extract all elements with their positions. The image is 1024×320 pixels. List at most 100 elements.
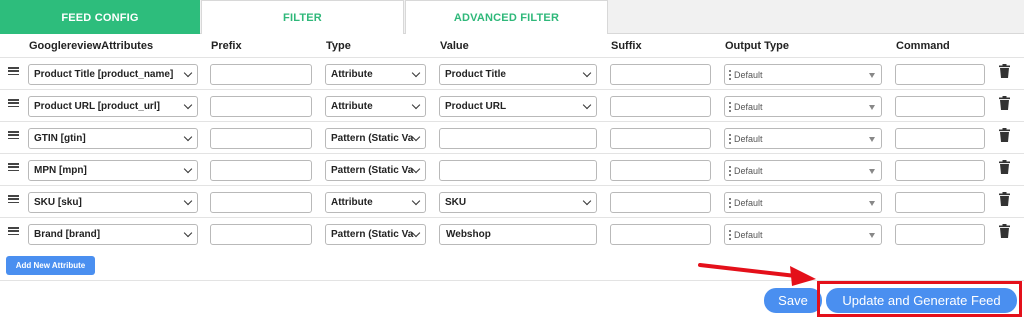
suffix-input[interactable]: [610, 160, 711, 181]
output-type-select[interactable]: Default: [724, 64, 882, 85]
update-and-generate-feed-button[interactable]: Update and Generate Feed: [826, 288, 1017, 313]
drag-handle-icon[interactable]: [8, 195, 19, 203]
attribute-select-value: Brand [brand]: [34, 229, 101, 240]
trash-icon[interactable]: [999, 128, 1010, 142]
value-select[interactable]: Product Title: [439, 64, 597, 85]
output-type-select[interactable]: Default: [724, 192, 882, 213]
red-arrow-annotation: [698, 263, 816, 286]
trash-icon[interactable]: [999, 64, 1010, 78]
drag-handle-icon[interactable]: [8, 99, 19, 107]
value-select-value: Product URL: [445, 101, 507, 112]
triangle-down-icon: [869, 73, 875, 78]
triangle-down-icon: [869, 137, 875, 142]
drag-handle-icon[interactable]: [8, 131, 19, 139]
output-type-value: Default: [734, 69, 763, 80]
trash-icon[interactable]: [999, 96, 1010, 110]
chevron-down-icon: [183, 228, 193, 238]
tab-bar: FEED CONFIG FILTER ADVANCED FILTER: [0, 0, 1024, 34]
drag-handle-icon[interactable]: [8, 163, 19, 171]
output-type-select[interactable]: Default: [724, 96, 882, 117]
attribute-select[interactable]: Brand [brand]: [28, 224, 198, 245]
attribute-select-value: SKU [sku]: [34, 197, 82, 208]
value-input[interactable]: [439, 160, 597, 181]
triangle-down-icon: [869, 105, 875, 110]
attribute-select-value: Product URL [product_url]: [34, 101, 160, 112]
type-select[interactable]: Attribute: [325, 192, 426, 213]
chevron-down-icon: [183, 132, 193, 142]
attribute-select[interactable]: Product Title [product_name]: [28, 64, 198, 85]
drag-handle-icon[interactable]: [8, 227, 19, 235]
chevron-down-icon: [582, 100, 592, 110]
prefix-input[interactable]: [210, 192, 312, 213]
type-select-value: Pattern (Static Va: [331, 133, 414, 144]
header-command: Command: [896, 40, 950, 52]
attribute-select-value: MPN [mpn]: [34, 165, 87, 176]
tab-filter[interactable]: FILTER: [201, 0, 404, 34]
suffix-input[interactable]: [610, 192, 711, 213]
drag-dots-icon: [729, 102, 731, 112]
type-select-value: Pattern (Static Va: [331, 229, 414, 240]
attribute-select-value: Product Title [product_name]: [34, 69, 174, 80]
header-attributes: GooglereviewAttributes: [29, 40, 154, 52]
suffix-input[interactable]: [610, 224, 711, 245]
tab-advanced-filter[interactable]: ADVANCED FILTER: [405, 0, 608, 34]
type-select-value: Attribute: [331, 197, 373, 208]
chevron-down-icon: [411, 196, 421, 206]
trash-icon[interactable]: [999, 224, 1010, 238]
save-button[interactable]: Save: [764, 288, 822, 313]
command-input[interactable]: [895, 64, 985, 85]
prefix-input[interactable]: [210, 160, 312, 181]
drag-handle-icon[interactable]: [8, 67, 19, 75]
chevron-down-icon: [582, 68, 592, 78]
type-select[interactable]: Attribute: [325, 96, 426, 117]
attribute-select[interactable]: GTIN [gtin]: [28, 128, 198, 149]
type-select[interactable]: Pattern (Static Va: [325, 128, 426, 149]
header-type: Type: [326, 40, 351, 52]
output-type-select[interactable]: Default: [724, 224, 882, 245]
type-select-value: Attribute: [331, 69, 373, 80]
value-select[interactable]: SKU: [439, 192, 597, 213]
attribute-select[interactable]: Product URL [product_url]: [28, 96, 198, 117]
chevron-down-icon: [183, 196, 193, 206]
suffix-input[interactable]: [610, 128, 711, 149]
suffix-input[interactable]: [610, 96, 711, 117]
trash-icon[interactable]: [999, 192, 1010, 206]
type-select[interactable]: Pattern (Static Va: [325, 224, 426, 245]
drag-dots-icon: [729, 166, 731, 176]
output-type-value: Default: [734, 101, 763, 112]
suffix-input[interactable]: [610, 64, 711, 85]
add-new-attribute-button[interactable]: Add New Attribute: [6, 256, 95, 275]
chevron-down-icon: [411, 100, 421, 110]
value-select[interactable]: Product URL: [439, 96, 597, 117]
type-select[interactable]: Pattern (Static Va: [325, 160, 426, 181]
prefix-input[interactable]: [210, 64, 312, 85]
trash-icon[interactable]: [999, 160, 1010, 174]
chevron-down-icon: [582, 196, 592, 206]
triangle-down-icon: [869, 169, 875, 174]
command-input[interactable]: [895, 192, 985, 213]
prefix-input[interactable]: [210, 224, 312, 245]
header-value: Value: [440, 40, 469, 52]
type-select[interactable]: Attribute: [325, 64, 426, 85]
command-input[interactable]: [895, 224, 985, 245]
command-input[interactable]: [895, 128, 985, 149]
value-input[interactable]: [439, 128, 597, 149]
drag-dots-icon: [729, 198, 731, 208]
command-input[interactable]: [895, 160, 985, 181]
output-type-value: Default: [734, 197, 763, 208]
output-type-select[interactable]: Default: [724, 160, 882, 181]
output-type-value: Default: [734, 165, 763, 176]
triangle-down-icon: [869, 201, 875, 206]
prefix-input[interactable]: [210, 96, 312, 117]
prefix-input[interactable]: [210, 128, 312, 149]
value-input[interactable]: Webshop: [439, 224, 597, 245]
tab-feed-config[interactable]: FEED CONFIG: [0, 0, 200, 34]
attribute-select[interactable]: SKU [sku]: [28, 192, 198, 213]
table-row: Product URL [product_url] Attribute Prod…: [0, 89, 1024, 121]
command-input[interactable]: [895, 96, 985, 117]
output-type-select[interactable]: Default: [724, 128, 882, 149]
attribute-select-value: GTIN [gtin]: [34, 133, 86, 144]
chevron-down-icon: [411, 68, 421, 78]
attribute-select[interactable]: MPN [mpn]: [28, 160, 198, 181]
header-prefix: Prefix: [211, 40, 242, 52]
